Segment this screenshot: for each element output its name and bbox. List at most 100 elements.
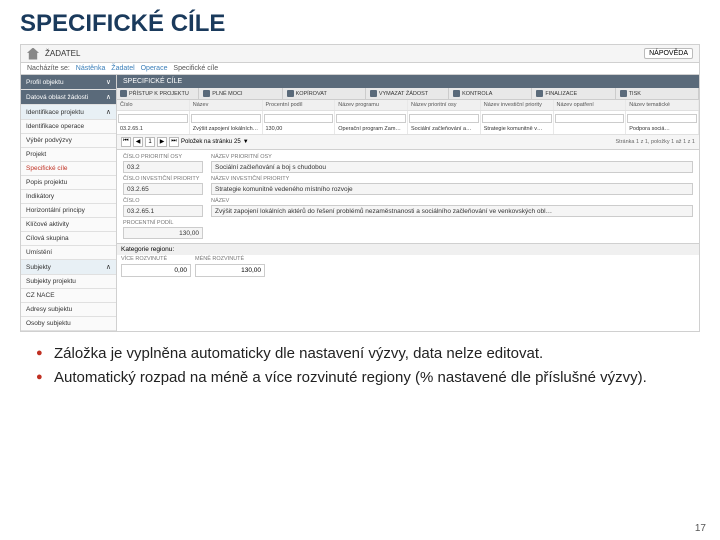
field-label: ČÍSLO INVESTIČNÍ PRIORITY xyxy=(123,176,203,182)
toolbar: PŘÍSTUP K PROJEKTUPLNÉ MOCIKOPÍROVATVYMA… xyxy=(117,88,699,100)
page-number: 17 xyxy=(695,523,706,534)
main-panel: SPECIFICKÉ CÍLE PŘÍSTUP K PROJEKTUPLNÉ M… xyxy=(117,75,699,331)
column-filter[interactable] xyxy=(409,114,479,123)
page-num[interactable]: 1 xyxy=(145,137,155,147)
sidebar-item[interactable]: Cílová skupina xyxy=(21,232,116,246)
sidebar-item[interactable]: Specifické cíle xyxy=(21,162,116,176)
applicant-label[interactable]: ŽADATEL xyxy=(45,49,80,58)
sidebar-item[interactable]: Indikátory xyxy=(21,190,116,204)
sidebar-item[interactable]: Adresy subjektu xyxy=(21,303,116,317)
sidebar-item[interactable]: Profil objektu∨ xyxy=(21,75,116,90)
column-header[interactable]: Název programu xyxy=(335,100,408,110)
grid-header: ČísloNázevProcentní podílNázev programuN… xyxy=(117,100,699,111)
toolbar-button[interactable]: PLNÉ MOCI xyxy=(200,88,282,99)
breadcrumb: Nacházíte se: Nástěnka Žadatel Operace S… xyxy=(21,63,699,75)
column-header[interactable]: Procentní podíl xyxy=(263,100,336,110)
sidebar-item[interactable]: Horizontální principy xyxy=(21,204,116,218)
region-label: VÍCE ROZVINUTÉ xyxy=(121,256,191,262)
grid-cell: Zvýšit zapojení lokálních akt… xyxy=(190,124,263,134)
help-button[interactable]: NÁPOVĚDA xyxy=(644,48,693,59)
grid-row[interactable]: 03.2.65.1Zvýšit zapojení lokálních akt…1… xyxy=(117,124,699,135)
sidebar-item[interactable]: Datová oblast žádosti∧ xyxy=(21,90,116,105)
toolbar-icon xyxy=(120,90,127,97)
column-filter[interactable] xyxy=(336,114,406,123)
column-header[interactable]: Název prioritní osy xyxy=(408,100,481,110)
grid-cell: Sociální začleňování a… xyxy=(408,124,481,134)
app-shell: ŽADATEL NÁPOVĚDA Nacházíte se: Nástěnka … xyxy=(20,44,700,332)
toolbar-button[interactable]: KONTROLA xyxy=(450,88,532,99)
sidebar-item[interactable]: Identifikace projektu∧ xyxy=(21,105,116,120)
sidebar-item[interactable]: Umístění xyxy=(21,246,116,260)
column-filter[interactable] xyxy=(264,114,334,123)
field-value: Zvýšit zapojení lokálních aktérů do řeše… xyxy=(211,205,693,217)
region-value: 0,00 xyxy=(121,264,191,277)
toolbar-icon xyxy=(203,90,210,97)
field-value: Sociální začleňování a boj s chudobou xyxy=(211,161,693,173)
column-filter[interactable] xyxy=(482,114,552,123)
slide-bullets: Záložka je vyplněna automaticky dle nast… xyxy=(0,332,720,401)
bullet-item: Automatický rozpad na méně a více rozvin… xyxy=(36,368,690,388)
toolbar-icon xyxy=(536,90,543,97)
pager: ⏮ ◀ 1 ▶ ⏭ Položek na stránku 25▼ Stránka… xyxy=(117,135,699,150)
toolbar-icon xyxy=(287,90,294,97)
field-value: 130,00 xyxy=(123,227,203,239)
sidebar-item[interactable]: CZ NACE xyxy=(21,289,116,303)
grid-cell: 130,00 xyxy=(263,124,336,134)
toolbar-button[interactable]: FINALIZACE xyxy=(533,88,615,99)
sidebar-item[interactable]: Osoby subjektu xyxy=(21,317,116,331)
top-bar: ŽADATEL NÁPOVĚDA xyxy=(21,45,699,63)
region-label: MÉNĚ ROZVINUTÉ xyxy=(195,256,265,262)
region-values: 0,00 130,00 xyxy=(117,263,699,281)
column-header[interactable]: Název investiční priority xyxy=(481,100,554,110)
home-icon[interactable] xyxy=(27,48,39,60)
grid-filters xyxy=(117,111,699,124)
field-value: Strategie komunitně vedeného místního ro… xyxy=(211,183,693,195)
toolbar-button[interactable]: VYMAZAT ŽÁDOST xyxy=(367,88,449,99)
toolbar-icon xyxy=(453,90,460,97)
field-value: 03.2.65 xyxy=(123,183,203,195)
sidebar-item[interactable]: Klíčové aktivity xyxy=(21,218,116,232)
sidebar-item[interactable]: Popis projektu xyxy=(21,176,116,190)
column-filter[interactable] xyxy=(118,114,188,123)
page-first-icon[interactable]: ⏮ xyxy=(121,137,131,147)
toolbar-button[interactable]: TISK xyxy=(617,88,699,99)
grid-cell: Podpora sociá… xyxy=(626,124,699,134)
sidebar-item[interactable]: Výběr podvýzvy xyxy=(21,134,116,148)
page-next-icon[interactable]: ▶ xyxy=(157,137,167,147)
region-value: 130,00 xyxy=(195,264,265,277)
field-value: 03.2 xyxy=(123,161,203,173)
grid-cell xyxy=(554,124,627,134)
field-label: ČÍSLO PRIORITNÍ OSY xyxy=(123,154,203,160)
field-value: 03.2.65.1 xyxy=(123,205,203,217)
breadcrumb-item[interactable]: Operace xyxy=(141,65,168,72)
page-last-icon[interactable]: ⏭ xyxy=(169,137,179,147)
pager-status: Stránka 1 z 1, položky 1 až 1 z 1 xyxy=(616,139,696,145)
toolbar-icon xyxy=(620,90,627,97)
region-headers: VÍCE ROZVINUTÉ MÉNĚ ROZVINUTÉ xyxy=(117,255,699,263)
sidebar-item[interactable]: Identifikace operace xyxy=(21,120,116,134)
grid-cell: 03.2.65.1 xyxy=(117,124,190,134)
column-header[interactable]: Název opatření xyxy=(554,100,627,110)
breadcrumb-label: Nacházíte se: xyxy=(27,65,70,72)
column-filter[interactable] xyxy=(555,114,625,123)
toolbar-button[interactable]: PŘÍSTUP K PROJEKTU xyxy=(117,88,199,99)
category-label: Kategorie regionu: xyxy=(117,243,699,255)
sidebar-item[interactable]: Projekt xyxy=(21,148,116,162)
column-filter[interactable] xyxy=(191,114,261,123)
field-label: ČÍSLO xyxy=(123,198,203,204)
column-header[interactable]: Číslo xyxy=(117,100,190,110)
bullet-item: Záložka je vyplněna automaticky dle nast… xyxy=(36,344,690,364)
pager-size[interactable]: 25 xyxy=(234,139,241,145)
breadcrumb-item[interactable]: Žadatel xyxy=(111,65,134,72)
column-header[interactable]: Název xyxy=(190,100,263,110)
grid-cell: Strategie komunitně v… xyxy=(481,124,554,134)
grid-cell: Operační program Zam… xyxy=(335,124,408,134)
sidebar-item[interactable]: Subjekty∧ xyxy=(21,260,116,275)
sidebar-item[interactable]: Subjekty projektu xyxy=(21,275,116,289)
page-prev-icon[interactable]: ◀ xyxy=(133,137,143,147)
column-filter[interactable] xyxy=(627,114,697,123)
column-header[interactable]: Název tematické xyxy=(626,100,699,110)
breadcrumb-item[interactable]: Nástěnka xyxy=(76,65,106,72)
toolbar-button[interactable]: KOPÍROVAT xyxy=(284,88,366,99)
field-label: NÁZEV INVESTIČNÍ PRIORITY xyxy=(211,176,693,182)
